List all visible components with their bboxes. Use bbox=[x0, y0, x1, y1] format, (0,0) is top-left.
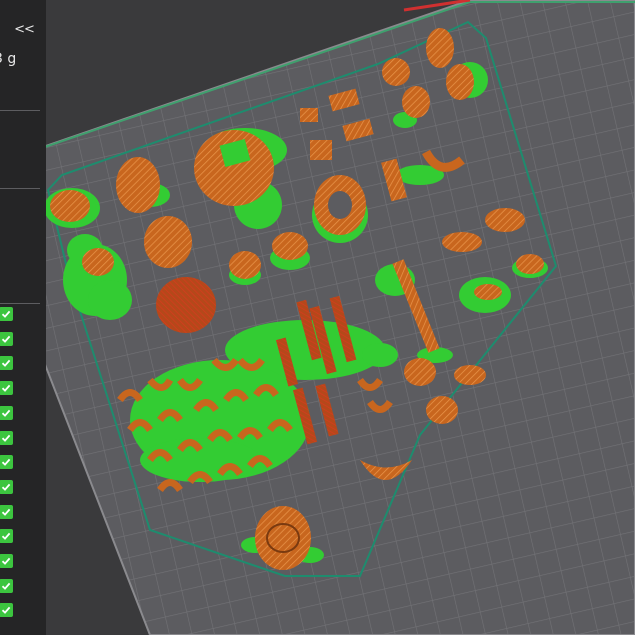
divider bbox=[0, 110, 40, 111]
object-visible-checkbox[interactable] bbox=[0, 430, 13, 445]
object-visible-checkbox[interactable] bbox=[0, 381, 13, 396]
divider bbox=[0, 188, 40, 189]
checkmark-icon bbox=[1, 360, 11, 368]
checkmark-icon bbox=[1, 557, 11, 565]
object-visible-checkbox[interactable] bbox=[0, 479, 13, 494]
object-visible-checkbox[interactable] bbox=[0, 529, 13, 544]
checkmark-icon bbox=[1, 582, 11, 590]
part-arch-1[interactable] bbox=[229, 251, 261, 279]
checkmark-icon bbox=[1, 508, 11, 516]
checkmark-icon bbox=[1, 458, 11, 467]
part-ring-small[interactable] bbox=[82, 248, 114, 276]
build-plate-viewport[interactable] bbox=[0, 0, 635, 635]
checkmark-icon bbox=[1, 483, 11, 491]
part-ring-right[interactable] bbox=[382, 58, 410, 86]
object-visible-checkbox[interactable] bbox=[0, 331, 13, 346]
object-visible-checkbox[interactable] bbox=[0, 405, 13, 420]
checkmark-icon bbox=[1, 533, 11, 541]
part-link-4[interactable] bbox=[310, 140, 332, 160]
object-visible-checkbox[interactable] bbox=[0, 578, 13, 593]
part-cup-tall[interactable] bbox=[116, 157, 160, 213]
object-visible-checkbox[interactable] bbox=[0, 504, 13, 519]
part-hand-1[interactable] bbox=[485, 208, 525, 232]
part-hand-2[interactable] bbox=[442, 232, 482, 252]
filament-weight-text: 3 g bbox=[0, 51, 17, 67]
part-hand-3[interactable] bbox=[516, 254, 544, 274]
collapse-panel-button[interactable]: << bbox=[10, 20, 38, 40]
checkmark-icon bbox=[1, 384, 11, 392]
object-visible-checkbox[interactable] bbox=[0, 356, 13, 371]
part-arch-2[interactable] bbox=[272, 232, 308, 260]
object-visible-checkbox[interactable] bbox=[0, 307, 13, 321]
part-disk-red[interactable] bbox=[156, 277, 216, 333]
part-hand-4[interactable] bbox=[474, 284, 502, 300]
part-link-1[interactable] bbox=[300, 108, 318, 122]
part-face[interactable] bbox=[255, 506, 311, 570]
part-head-large[interactable] bbox=[194, 130, 274, 206]
checkmark-icon bbox=[1, 310, 11, 318]
part-ring-right-2[interactable] bbox=[402, 86, 430, 118]
side-panel: << 3 g · bbox=[0, 0, 46, 635]
part-cup-top-left[interactable] bbox=[50, 190, 90, 222]
object-visible-checkbox[interactable] bbox=[0, 554, 13, 568]
part-cup-medium[interactable] bbox=[144, 216, 192, 268]
part-cup-right-2[interactable] bbox=[446, 64, 474, 100]
object-visible-checkbox[interactable] bbox=[0, 603, 13, 618]
divider bbox=[0, 303, 40, 304]
part-pauldron[interactable] bbox=[454, 365, 486, 385]
part-helmet[interactable] bbox=[404, 358, 436, 386]
part-helmet-2[interactable] bbox=[426, 396, 458, 424]
checkmark-icon bbox=[1, 607, 11, 615]
checkmark-icon bbox=[1, 434, 11, 442]
checkmark-icon bbox=[1, 409, 11, 417]
checkmark-icon bbox=[1, 335, 11, 343]
object-visible-checkbox[interactable] bbox=[0, 455, 13, 470]
part-cup-right-1[interactable] bbox=[426, 28, 454, 68]
